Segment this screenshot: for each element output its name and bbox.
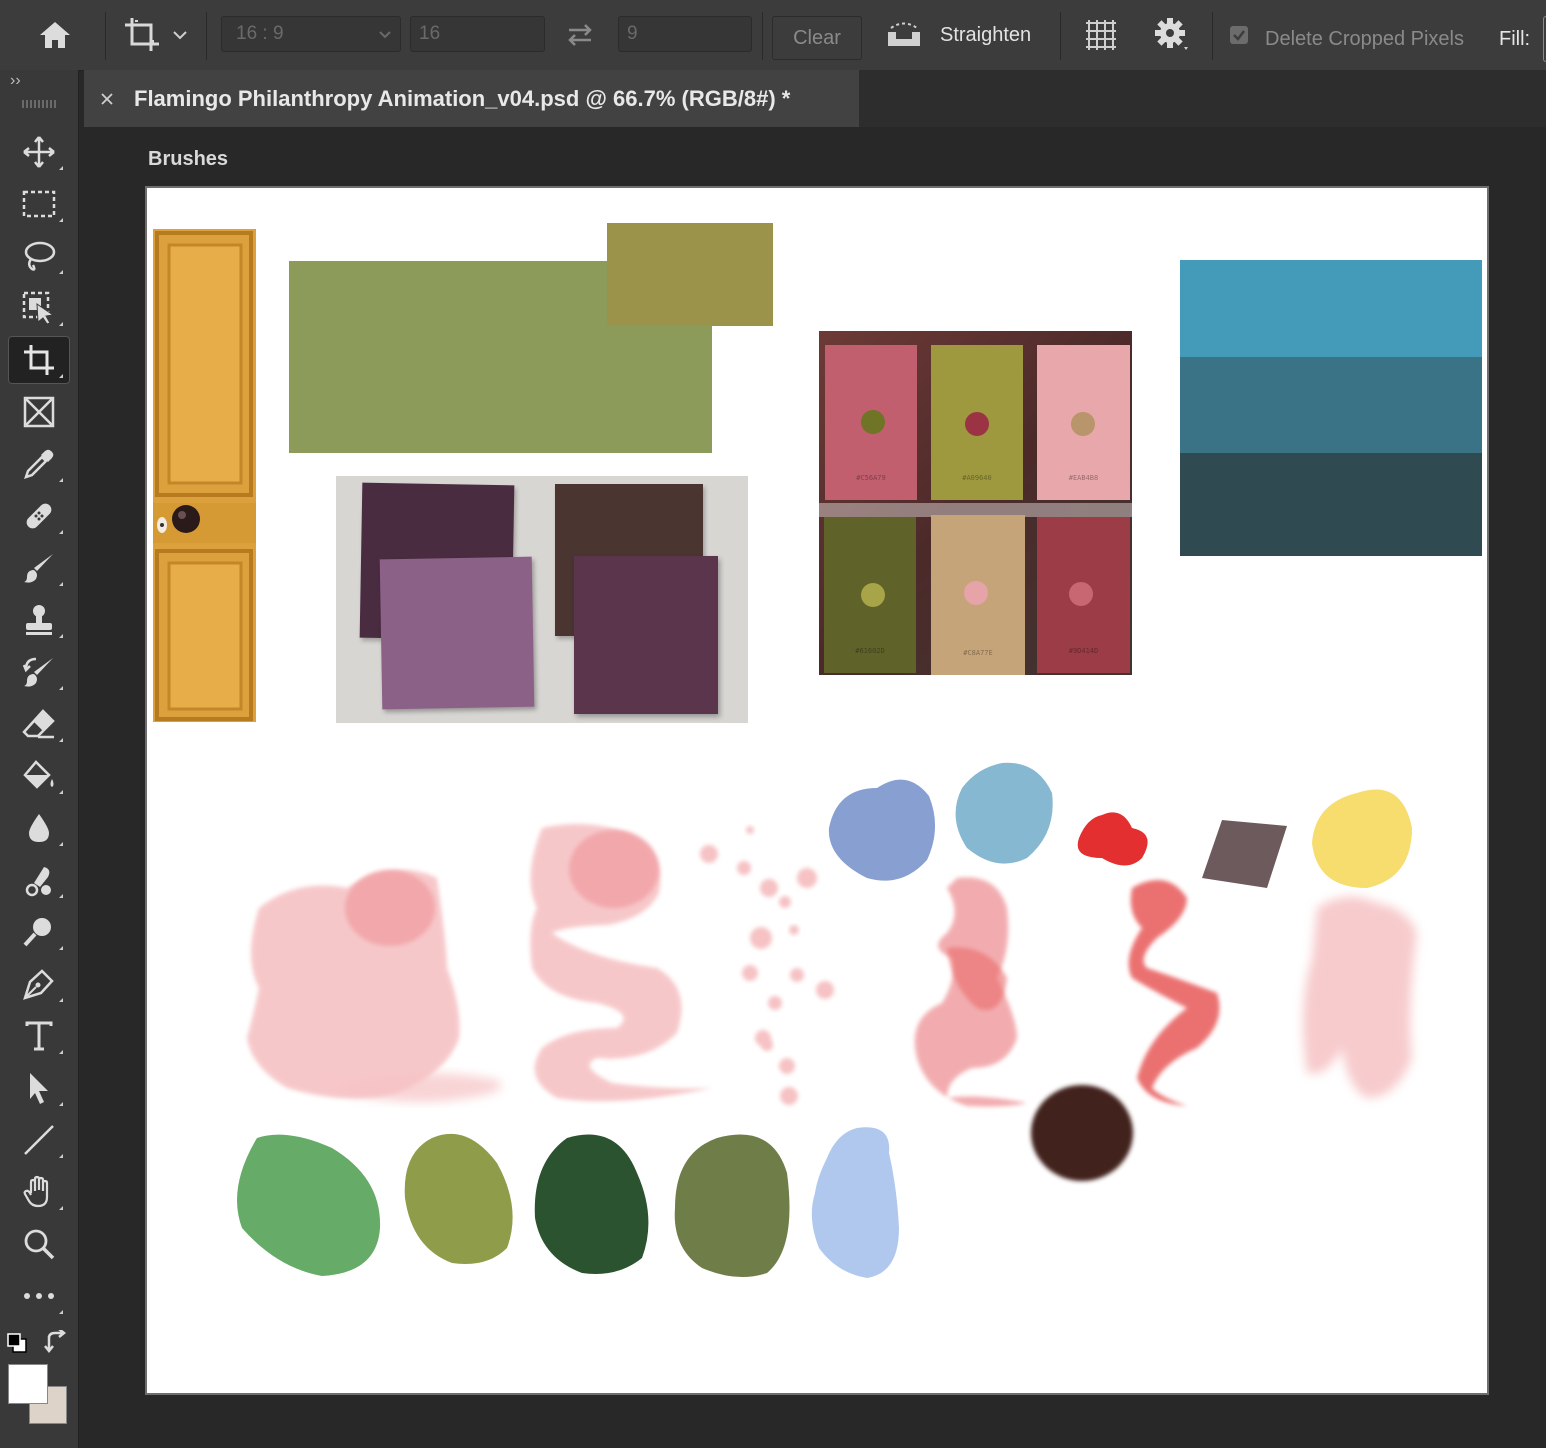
marquee-tool[interactable] xyxy=(8,180,70,228)
type-icon xyxy=(25,1021,53,1051)
fill-label: Fill: xyxy=(1499,27,1531,50)
checkbox-checked-icon xyxy=(1230,26,1248,44)
arrow-pointer-icon xyxy=(30,1073,48,1104)
foreground-color-swatch[interactable] xyxy=(8,1364,48,1404)
zoom-tool[interactable] xyxy=(8,1220,70,1268)
line-icon xyxy=(24,1125,54,1155)
smudge-icon xyxy=(25,867,51,897)
more-dots-icon xyxy=(24,1293,54,1299)
line-tool[interactable] xyxy=(8,1116,70,1164)
swap-colors-button[interactable] xyxy=(44,1328,70,1356)
default-colors-icon xyxy=(7,1333,27,1353)
straighten-button[interactable]: Straighten xyxy=(885,0,1045,70)
hand-icon xyxy=(23,1175,49,1208)
separator xyxy=(1060,12,1061,60)
document-title: Flamingo Philanthropy Animation_v04.psd … xyxy=(134,85,791,111)
bandage-icon xyxy=(26,503,52,529)
stamp-icon xyxy=(26,605,52,635)
history-brush-icon xyxy=(22,657,53,687)
crop-width-value: 16 xyxy=(419,23,441,44)
overlay-options-button[interactable] xyxy=(1078,0,1124,70)
pink-chalk-stroke xyxy=(1303,896,1417,1098)
crop-height-input[interactable]: 9 xyxy=(618,16,752,52)
paint-bucket-tool[interactable] xyxy=(8,752,70,800)
lasso-icon xyxy=(24,241,56,271)
document-tab[interactable]: Flamingo Philanthropy Animation_v04.psd … xyxy=(84,70,859,127)
clear-button[interactable]: Clear xyxy=(772,16,862,60)
delete-cropped-checkbox[interactable] xyxy=(1228,0,1250,70)
delete-cropped-label: Delete Cropped Pixels xyxy=(1265,27,1464,50)
aspect-ratio-value: 16 : 9 xyxy=(236,23,284,44)
separator xyxy=(105,12,106,60)
home-button[interactable] xyxy=(20,0,90,70)
gear-icon xyxy=(1155,18,1188,50)
path-selection-tool[interactable] xyxy=(8,1064,70,1112)
blur-tool[interactable] xyxy=(8,804,70,852)
default-colors-button[interactable] xyxy=(6,1332,28,1354)
panel-grip[interactable] xyxy=(22,100,58,108)
home-icon xyxy=(40,22,70,48)
swap-arrows-icon xyxy=(568,24,592,46)
aspect-ratio-select[interactable]: 16 : 9 xyxy=(221,16,401,52)
object-selection-icon xyxy=(22,291,55,325)
document-canvas[interactable]: #C56A79 #A09640 #EAB4B8 #61602D #C8A77E … xyxy=(145,186,1489,1395)
crop-height-value: 9 xyxy=(627,23,638,44)
coral-watercolor-stroke xyxy=(914,877,1027,1107)
separator xyxy=(762,12,763,60)
tools-panel: ›› xyxy=(0,70,79,1448)
spatter-brush-marks xyxy=(700,826,834,1105)
brush-icon xyxy=(24,554,53,583)
swap-colors-icon xyxy=(44,1328,67,1354)
type-tool[interactable] xyxy=(8,1012,70,1060)
crop-icon xyxy=(24,345,54,375)
expand-panel-icon[interactable]: ›› xyxy=(10,72,21,90)
crop-options-button[interactable] xyxy=(1148,0,1194,70)
eraser-icon xyxy=(22,709,55,739)
hand-tool[interactable] xyxy=(8,1168,70,1216)
move-tool[interactable] xyxy=(8,128,70,176)
separator xyxy=(206,12,207,60)
artboard-label[interactable]: Brushes xyxy=(148,148,228,171)
rectangle-marquee-icon xyxy=(22,190,56,218)
tool-preset-picker[interactable] xyxy=(112,0,198,70)
grid-icon xyxy=(1086,20,1116,50)
eyedropper-tool[interactable] xyxy=(8,440,70,488)
magnifier-icon xyxy=(24,1229,55,1260)
separator xyxy=(1212,12,1213,60)
eyedropper-icon xyxy=(24,449,54,479)
options-bar: 16 : 9 16 9 Clear Straighten Delete Crop… xyxy=(0,0,1546,71)
straighten-label: Straighten xyxy=(940,23,1032,46)
eraser-tool[interactable] xyxy=(8,700,70,748)
watercolor-blob xyxy=(247,870,502,1103)
move-icon xyxy=(23,136,55,168)
smudge-tool[interactable] xyxy=(8,856,70,904)
red-dry-brush-stroke xyxy=(1128,880,1220,1106)
crop-width-input[interactable]: 16 xyxy=(410,16,545,52)
paint-bucket-icon xyxy=(23,760,54,789)
level-icon xyxy=(888,22,920,46)
swap-dimensions-button[interactable] xyxy=(560,0,600,70)
frame-icon xyxy=(23,396,55,428)
brush-strokes-layer xyxy=(237,762,1417,1278)
more-tools[interactable] xyxy=(8,1272,70,1320)
crop-icon xyxy=(125,18,159,51)
dodge-tool[interactable] xyxy=(8,908,70,956)
healing-brush-tool[interactable] xyxy=(8,492,70,540)
dodge-icon xyxy=(23,918,51,947)
document-tabs: Flamingo Philanthropy Animation_v04.psd … xyxy=(84,70,1546,127)
pen-icon xyxy=(23,969,54,1000)
lasso-tool[interactable] xyxy=(8,232,70,280)
watercolor-zigzag-stroke xyxy=(530,824,712,1102)
chevron-down-icon xyxy=(173,31,187,40)
pen-tool[interactable] xyxy=(8,960,70,1008)
object-selection-tool[interactable] xyxy=(8,284,70,332)
frame-tool[interactable] xyxy=(8,388,70,436)
chevron-down-icon xyxy=(379,31,391,39)
water-drop-icon xyxy=(29,814,49,842)
close-icon[interactable] xyxy=(100,92,114,106)
clone-stamp-tool[interactable] xyxy=(8,596,70,644)
brush-tool[interactable] xyxy=(8,544,70,592)
history-brush-tool[interactable] xyxy=(8,648,70,696)
crop-tool[interactable] xyxy=(8,336,70,384)
